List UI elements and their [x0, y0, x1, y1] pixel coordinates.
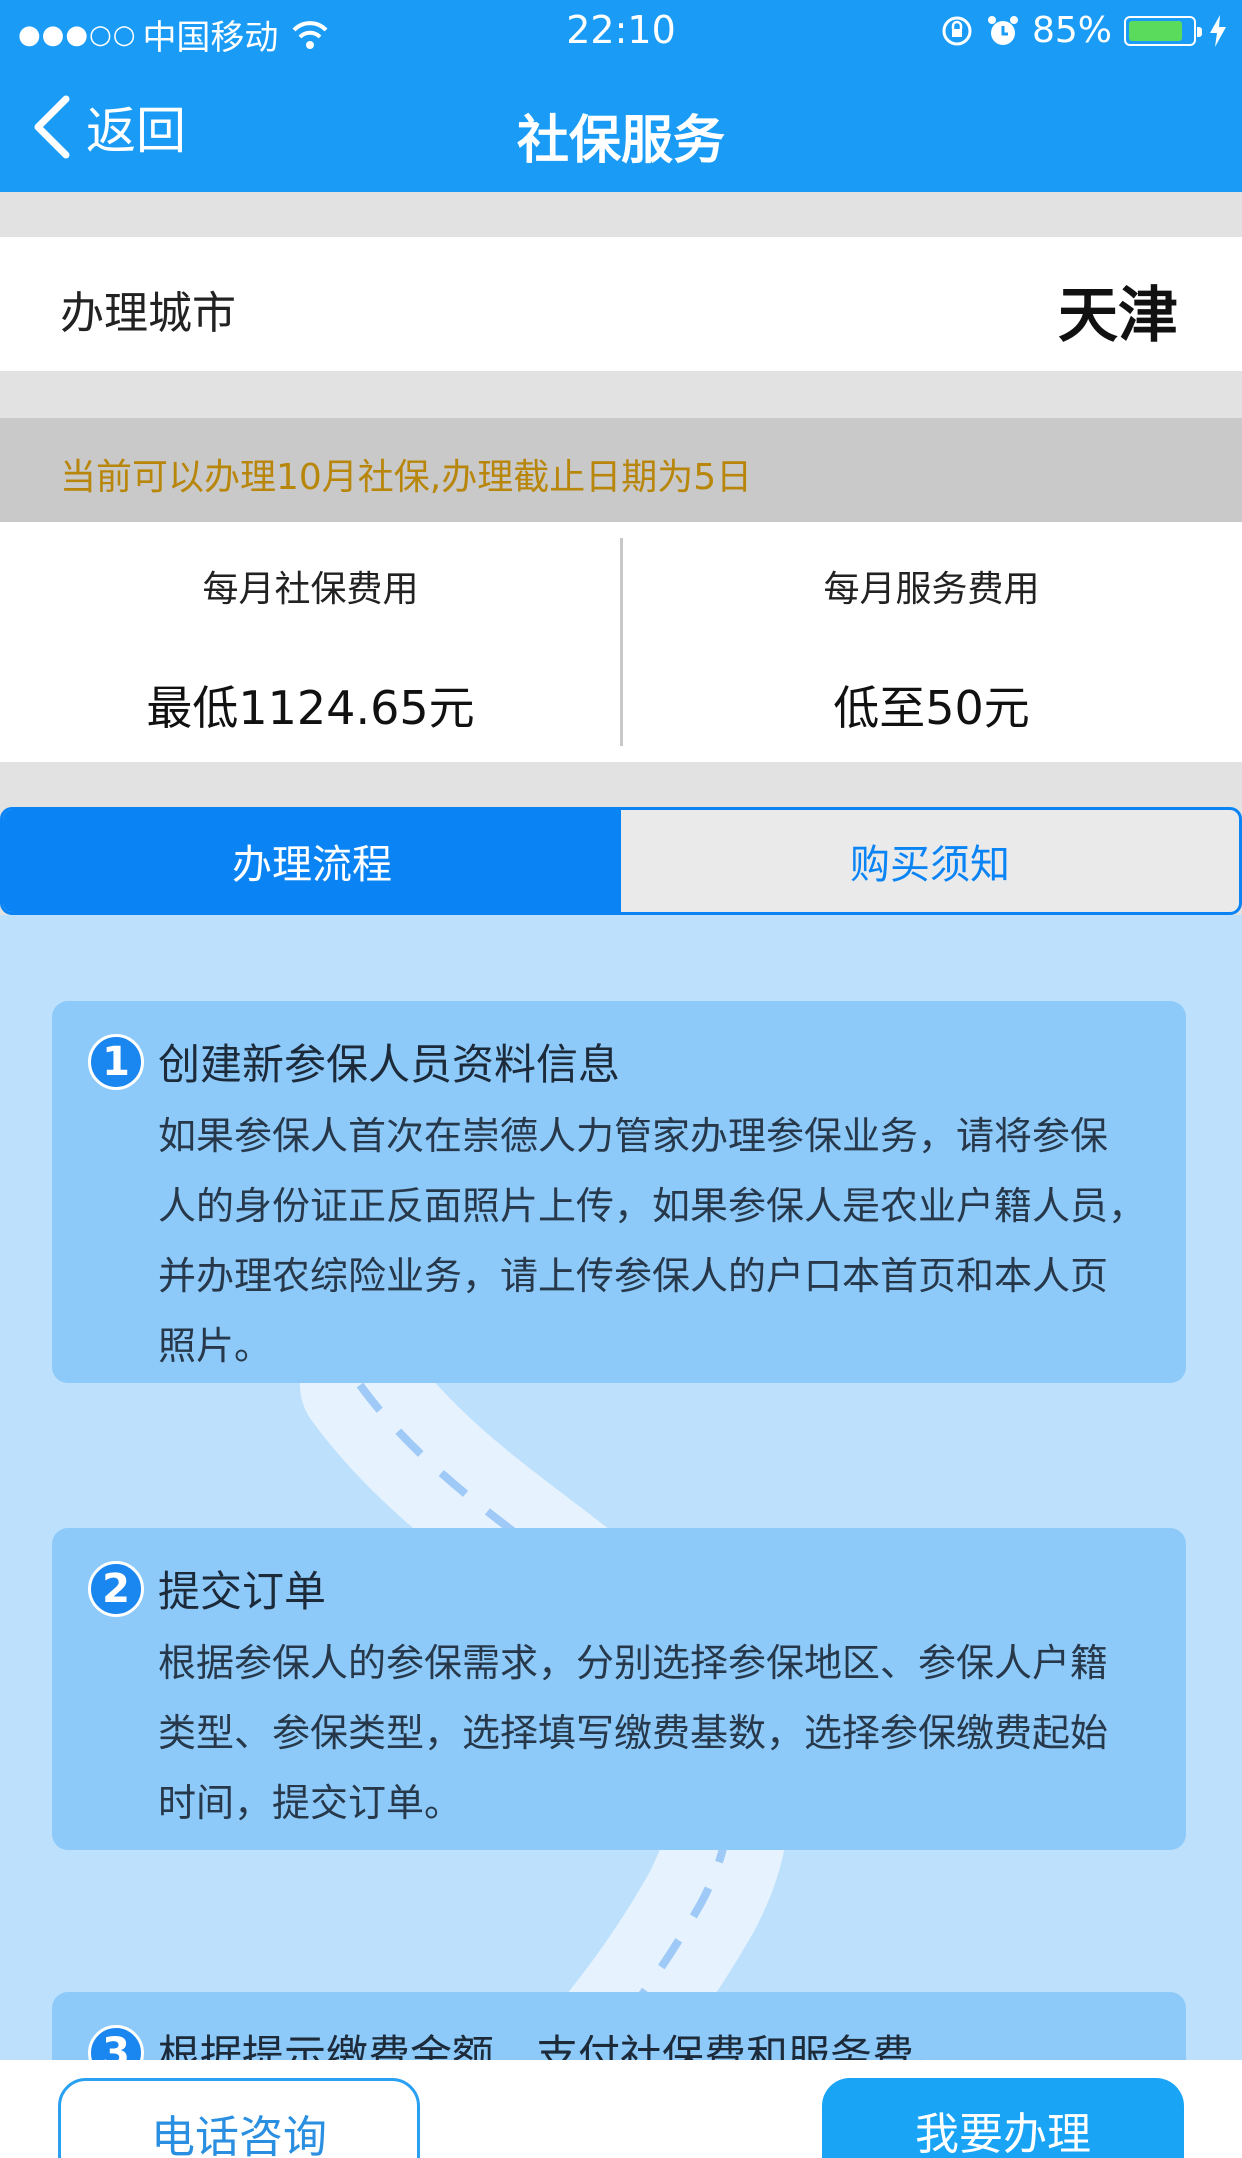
bottom-action-bar: 电话咨询 我要办理: [0, 2060, 1242, 2158]
step-title: 创建新参保人员资料信息: [158, 1040, 621, 1089]
tab-purchase-notes[interactable]: 购买须知: [621, 810, 1239, 912]
battery-fill: [1129, 20, 1182, 41]
process-panel: 1 创建新参保人员资料信息 如果参保人首次在崇德人力管家办理参保业务，请将参保 …: [0, 915, 1242, 2060]
social-fee-value: 最低1124.65元: [146, 681, 475, 735]
apply-button[interactable]: 我要办理: [822, 2078, 1184, 2158]
step-card-1: 1 创建新参保人员资料信息 如果参保人首次在崇德人力管家办理参保业务，请将参保 …: [52, 1001, 1186, 1383]
step-desc-line: 根据参保人的参保需求，分别选择参保地区、参保人户籍: [158, 1641, 1109, 1685]
battery-tip: [1197, 26, 1202, 37]
service-fee-label: 每月服务费用: [823, 569, 1040, 610]
step-number-badge: 3: [88, 2024, 144, 2060]
tab-bar: 办理流程 购买须知: [0, 807, 1242, 915]
rotation-lock-icon: [942, 16, 972, 45]
battery-percent: 85%: [1031, 10, 1112, 51]
tab-process[interactable]: 办理流程: [3, 810, 621, 912]
social-fee-label: 每月社保费用: [202, 569, 419, 610]
step-description: 根据参保人的参保需求，分别选择参保地区、参保人户籍 类型、参保类型，选择填写缴费…: [158, 1628, 1150, 1838]
city-selector-row[interactable]: 办理城市 天津: [0, 237, 1242, 371]
status-right: 85%: [940, 10, 1228, 51]
battery-icon: [1124, 15, 1202, 46]
step-2-head: 2 提交订单: [88, 1558, 326, 1619]
step-number-badge: 2: [88, 1560, 144, 1617]
step-number-badge: 1: [88, 1033, 144, 1090]
step-desc-line: 类型、参保类型，选择填写缴费基数，选择参保缴费起始: [158, 1711, 1109, 1755]
app-header: ●●●○○ 中国移动 22:10 85% 返回 社保服务: [0, 0, 1242, 192]
step-title: 根据提示缴费金额，支付社保费和服务费。: [158, 2031, 957, 2060]
notice-text: 当前可以办理10月社保,办理截止日期为5日: [60, 457, 753, 498]
fee-summary: 每月社保费用 最低1124.65元 每月服务费用 低至50元: [0, 522, 1242, 762]
step-desc-line: 如果参保人首次在崇德人力管家办理参保业务，请将参保: [158, 1114, 1109, 1158]
step-card-3: 3 根据提示缴费金额，支付社保费和服务费。: [52, 1992, 1186, 2060]
service-fee-column: 每月服务费用 低至50元: [621, 522, 1242, 762]
city-value: 天津: [1058, 281, 1178, 351]
step-description: 如果参保人首次在崇德人力管家办理参保业务，请将参保 人的身份证正反面照片上传，如…: [158, 1101, 1150, 1381]
nav-bar: 返回 社保服务: [0, 62, 1242, 192]
step-3-head: 3 根据提示缴费金额，支付社保费和服务费。: [88, 2022, 956, 2060]
step-desc-line: 并办理农综险业务，请上传参保人的户口本首页和本人页: [158, 1254, 1109, 1298]
city-label: 办理城市: [60, 288, 236, 339]
phone-consult-button[interactable]: 电话咨询: [58, 2078, 420, 2158]
page-title: 社保服务: [516, 111, 725, 171]
service-fee-value: 低至50元: [833, 681, 1030, 735]
deadline-notice: 当前可以办理10月社保,办理截止日期为5日: [0, 418, 1242, 522]
step-card-2: 2 提交订单 根据参保人的参保需求，分别选择参保地区、参保人户籍 类型、参保类型…: [52, 1528, 1186, 1850]
alarm-icon: [987, 15, 1018, 45]
step-desc-line: 照片。: [158, 1324, 273, 1368]
charging-bolt-icon: [1210, 14, 1226, 47]
step-desc-line: 人的身份证正反面照片上传，如果参保人是农业户籍人员，: [158, 1184, 1147, 1228]
social-fee-column: 每月社保费用 最低1124.65元: [0, 522, 621, 762]
step-1-head: 1 创建新参保人员资料信息: [88, 1031, 620, 1092]
step-title: 提交订单: [158, 1567, 327, 1616]
step-desc-line: 时间，提交订单。: [158, 1781, 463, 1825]
status-bar: ●●●○○ 中国移动 22:10 85%: [0, 0, 1242, 62]
